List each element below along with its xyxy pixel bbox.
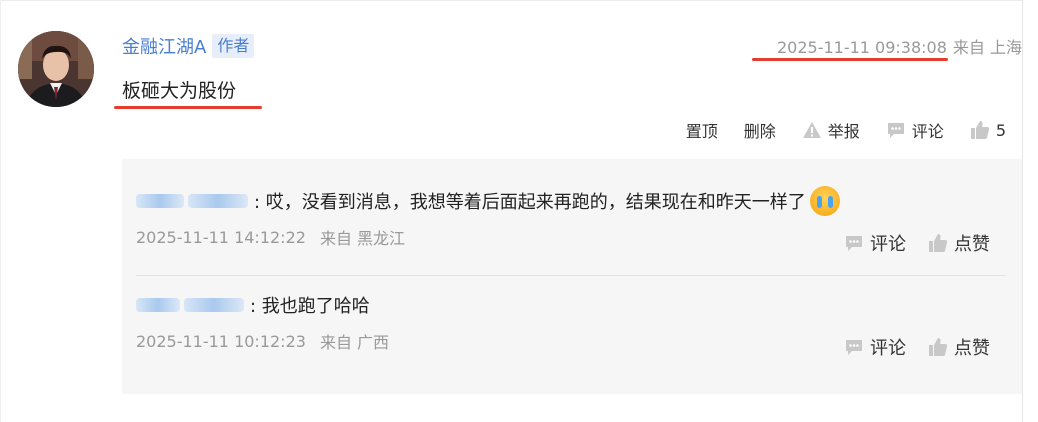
author-badge: 作者 <box>212 34 255 58</box>
reply-content: : 哎，没看到消息，我想等着后面起来再跑的，结果现在和昨天一样了 <box>254 192 806 213</box>
reply-like-label: 点赞 <box>954 338 990 359</box>
comment-content: 板砸大为股份 <box>122 80 237 102</box>
content-highlight-underline <box>114 106 262 109</box>
reply-comment-label: 评论 <box>870 338 906 359</box>
reply-actions: 评论 点赞 <box>844 230 990 256</box>
avatar-portrait-icon <box>18 31 94 107</box>
comment-bubble-icon <box>846 340 862 355</box>
thumbs-up-icon <box>929 338 948 356</box>
comment-bubble-icon <box>846 236 862 251</box>
thumbs-up-icon <box>970 121 989 139</box>
replies-panel: : 哎，没看到消息，我想等着后面起来再跑的，结果现在和昨天一样了 2025-11… <box>122 159 1022 394</box>
pin-button[interactable]: 置顶 <box>686 118 718 142</box>
comment-meta: 2025-11-11 09:38:08 来自 上海 <box>777 34 1022 58</box>
reply-text-line: : 我也跑了哈哈 <box>136 290 1006 320</box>
reply-location: 来自 广西 <box>319 333 390 352</box>
reply-text-line: : 哎，没看到消息，我想等着后面起来再跑的，结果现在和昨天一样了 <box>136 186 1006 216</box>
reply-user-name-redacted[interactable] <box>136 298 180 312</box>
comment-button[interactable]: 评论 <box>886 118 944 142</box>
thumbs-up-icon <box>929 234 948 252</box>
reply-divider <box>136 275 1006 276</box>
reply-actions: 评论 点赞 <box>844 334 990 360</box>
comment-label: 评论 <box>911 122 944 141</box>
reply-like-button[interactable]: 点赞 <box>928 334 990 360</box>
reply-comment-button[interactable]: 评论 <box>844 334 906 360</box>
like-count: 5 <box>995 120 1006 140</box>
like-button[interactable]: 5 <box>970 120 1006 140</box>
reply-item: : 我也跑了哈哈 2025-11-11 10:12:23 来自 广西 评论 点赞 <box>136 290 1006 359</box>
reply-content: : 我也跑了哈哈 <box>250 296 370 317</box>
report-button[interactable]: 举报 <box>802 118 860 142</box>
top-divider <box>0 0 1022 1</box>
delete-button[interactable]: 删除 <box>744 118 776 142</box>
crying-emoji-icon <box>809 186 840 216</box>
reply-comment-button[interactable]: 评论 <box>844 230 906 256</box>
timestamp-highlight-underline <box>752 58 948 61</box>
reply-comment-label: 评论 <box>870 234 906 255</box>
author-name-link[interactable]: 金融江湖A <box>122 33 206 59</box>
comment-actions: 置顶 删除 举报 评论 5 <box>686 118 1006 142</box>
comment-location: 来自 上海 <box>952 38 1022 57</box>
report-label: 举报 <box>827 122 860 141</box>
reply-like-button[interactable]: 点赞 <box>928 230 990 256</box>
left-divider <box>0 0 1 422</box>
reply-target-name-redacted[interactable] <box>184 298 244 312</box>
warning-icon <box>802 122 821 138</box>
delete-label: 删除 <box>743 122 776 141</box>
reply-target-name-redacted[interactable] <box>188 194 248 208</box>
reply-user-name-redacted[interactable] <box>136 194 184 208</box>
reply-like-label: 点赞 <box>954 234 990 255</box>
author-line: 金融江湖A 作者 <box>122 33 255 59</box>
comment-timestamp: 2025-11-11 09:38:08 <box>776 38 947 57</box>
right-divider <box>1022 0 1023 422</box>
avatar[interactable] <box>18 31 94 107</box>
reply-location: 来自 黑龙江 <box>319 229 406 248</box>
pin-label: 置顶 <box>685 122 718 141</box>
reply-timestamp: 2025-11-11 10:12:23 <box>136 331 306 351</box>
comment-bubble-icon <box>887 123 904 138</box>
reply-item: : 哎，没看到消息，我想等着后面起来再跑的，结果现在和昨天一样了 2025-11… <box>136 186 1006 255</box>
reply-timestamp: 2025-11-11 14:12:22 <box>136 227 306 247</box>
